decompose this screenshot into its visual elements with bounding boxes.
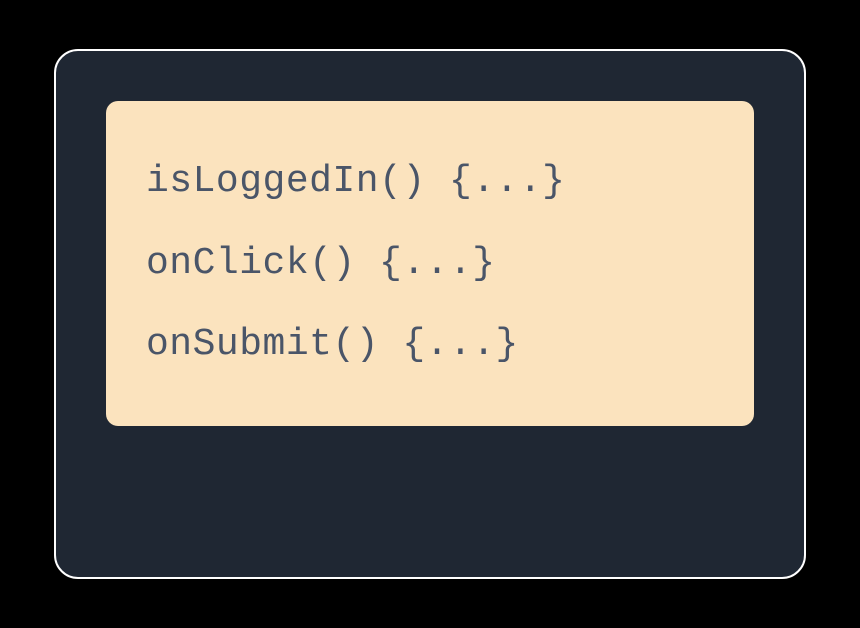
code-line: onClick() {...} [146,223,714,305]
code-card: isLoggedIn() {...} onClick() {...} onSub… [54,49,806,579]
code-block: isLoggedIn() {...} onClick() {...} onSub… [106,101,754,426]
code-line: isLoggedIn() {...} [146,141,714,223]
code-line: onSubmit() {...} [146,304,714,386]
